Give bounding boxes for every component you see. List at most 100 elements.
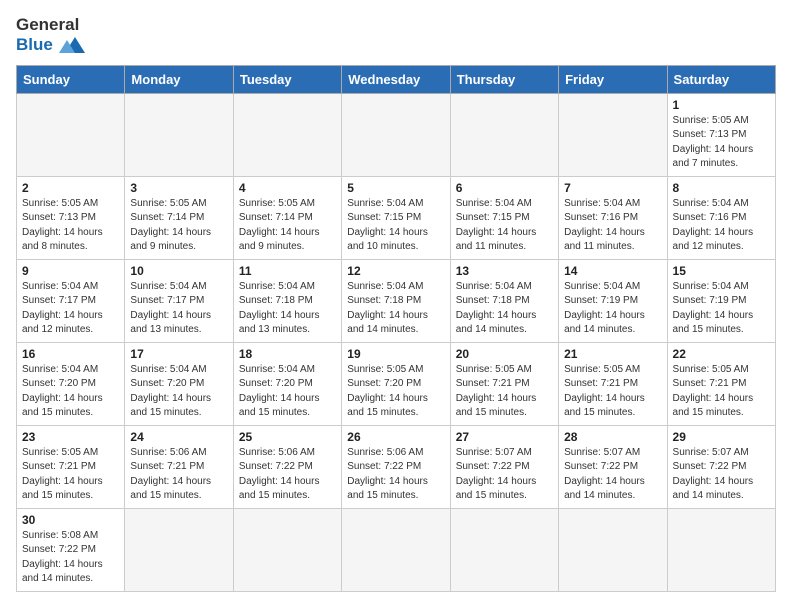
weekday-header-tuesday: Tuesday <box>233 65 341 93</box>
calendar-week-3: 9 Sunrise: 5:04 AM Sunset: 7:17 PM Daylig… <box>17 259 776 342</box>
day-number: 17 <box>130 347 227 361</box>
logo: General Blue <box>16 16 85 55</box>
day-number: 18 <box>239 347 336 361</box>
day-number: 15 <box>673 264 770 278</box>
day-info: Sunrise: 5:04 AM Sunset: 7:16 PM Dayligh… <box>564 197 661 255</box>
day-info: Sunrise: 5:05 AM Sunset: 7:21 PM Dayligh… <box>456 363 553 421</box>
calendar-cell: 22Sunrise: 5:05 AM Sunset: 7:21 PM Dayli… <box>667 342 775 425</box>
day-info: Sunrise: 5:04 AM Sunset: 7:17 PM Dayligh… <box>22 280 119 338</box>
calendar-cell: 11Sunrise: 5:04 AM Sunset: 7:18 PM Dayli… <box>233 259 341 342</box>
calendar-cell: 30 Sunrise: 5:08 AM Sunset: 7:22 PM Dayli… <box>17 508 125 591</box>
day-info: Sunrise: 5:04 AM Sunset: 7:18 PM Dayligh… <box>456 280 553 338</box>
weekday-header-monday: Monday <box>125 65 233 93</box>
calendar-cell: 20 Sunrise: 5:05 AM Sunset: 7:21 PM Dayli… <box>450 342 558 425</box>
weekday-header-sunday: Sunday <box>17 65 125 93</box>
weekday-header-friday: Friday <box>559 65 667 93</box>
day-number: 23 <box>22 430 119 444</box>
day-number: 11 <box>239 264 336 278</box>
day-info: Sunrise: 5:04 AM Sunset: 7:19 PM Dayligh… <box>673 280 770 338</box>
header: General Blue <box>16 16 776 55</box>
day-number: 30 <box>22 513 119 527</box>
day-number: 12 <box>347 264 444 278</box>
calendar-cell: 2 Sunrise: 5:05 AM Sunset: 7:13 PM Daylig… <box>17 176 125 259</box>
day-info: Sunrise: 5:07 AM Sunset: 7:22 PM Dayligh… <box>456 446 553 504</box>
day-info: Sunrise: 5:04 AM Sunset: 7:15 PM Dayligh… <box>456 197 553 255</box>
calendar-cell <box>17 93 125 176</box>
day-number: 27 <box>456 430 553 444</box>
day-info: Sunrise: 5:04 AM Sunset: 7:16 PM Dayligh… <box>673 197 770 255</box>
day-number: 3 <box>130 181 227 195</box>
calendar-cell <box>450 508 558 591</box>
day-info: Sunrise: 5:04 AM Sunset: 7:20 PM Dayligh… <box>130 363 227 421</box>
day-number: 29 <box>673 430 770 444</box>
day-info: Sunrise: 5:05 AM Sunset: 7:14 PM Dayligh… <box>239 197 336 255</box>
day-number: 25 <box>239 430 336 444</box>
day-number: 2 <box>22 181 119 195</box>
weekday-header-wednesday: Wednesday <box>342 65 450 93</box>
day-info: Sunrise: 5:08 AM Sunset: 7:22 PM Dayligh… <box>22 529 119 587</box>
calendar-cell: 25Sunrise: 5:06 AM Sunset: 7:22 PM Dayli… <box>233 425 341 508</box>
day-number: 5 <box>347 181 444 195</box>
day-number: 7 <box>564 181 661 195</box>
calendar-cell <box>667 508 775 591</box>
calendar-week-1: 1 Sunrise: 5:05 AM Sunset: 7:13 PM Daylig… <box>17 93 776 176</box>
day-number: 6 <box>456 181 553 195</box>
day-info: Sunrise: 5:04 AM Sunset: 7:20 PM Dayligh… <box>22 363 119 421</box>
day-number: 24 <box>130 430 227 444</box>
day-number: 9 <box>22 264 119 278</box>
calendar-cell <box>125 93 233 176</box>
weekday-header-row: SundayMondayTuesdayWednesdayThursdayFrid… <box>17 65 776 93</box>
logo-blue: Blue <box>16 35 53 55</box>
calendar-cell <box>342 508 450 591</box>
calendar-cell: 23 Sunrise: 5:05 AM Sunset: 7:21 PM Dayli… <box>17 425 125 508</box>
calendar-cell: 10Sunrise: 5:04 AM Sunset: 7:17 PM Dayli… <box>125 259 233 342</box>
calendar-cell: 14Sunrise: 5:04 AM Sunset: 7:19 PM Dayli… <box>559 259 667 342</box>
day-number: 1 <box>673 98 770 112</box>
day-number: 14 <box>564 264 661 278</box>
calendar-cell <box>125 508 233 591</box>
day-number: 26 <box>347 430 444 444</box>
day-number: 16 <box>22 347 119 361</box>
day-info: Sunrise: 5:06 AM Sunset: 7:22 PM Dayligh… <box>347 446 444 504</box>
logo-text: General Blue <box>16 16 85 55</box>
calendar-table: SundayMondayTuesdayWednesdayThursdayFrid… <box>16 65 776 592</box>
day-info: Sunrise: 5:05 AM Sunset: 7:13 PM Dayligh… <box>22 197 119 255</box>
weekday-header-thursday: Thursday <box>450 65 558 93</box>
calendar-cell: 26 Sunrise: 5:06 AM Sunset: 7:22 PM Dayli… <box>342 425 450 508</box>
calendar-cell <box>342 93 450 176</box>
day-number: 28 <box>564 430 661 444</box>
logo-general: General <box>16 15 79 34</box>
day-number: 8 <box>673 181 770 195</box>
calendar-cell: 29 Sunrise: 5:07 AM Sunset: 7:22 PM Dayli… <box>667 425 775 508</box>
day-info: Sunrise: 5:05 AM Sunset: 7:20 PM Dayligh… <box>347 363 444 421</box>
calendar-cell: 8 Sunrise: 5:04 AM Sunset: 7:16 PM Daylig… <box>667 176 775 259</box>
calendar-cell: 28 Sunrise: 5:07 AM Sunset: 7:22 PM Dayli… <box>559 425 667 508</box>
day-info: Sunrise: 5:04 AM Sunset: 7:20 PM Dayligh… <box>239 363 336 421</box>
calendar-cell <box>233 93 341 176</box>
day-info: Sunrise: 5:07 AM Sunset: 7:22 PM Dayligh… <box>673 446 770 504</box>
day-info: Sunrise: 5:05 AM Sunset: 7:21 PM Dayligh… <box>22 446 119 504</box>
day-info: Sunrise: 5:05 AM Sunset: 7:21 PM Dayligh… <box>564 363 661 421</box>
calendar-cell <box>559 93 667 176</box>
page: General Blue SundayMondayTuesdayWednesda… <box>0 0 792 608</box>
day-info: Sunrise: 5:05 AM Sunset: 7:21 PM Dayligh… <box>673 363 770 421</box>
calendar-cell: 19 Sunrise: 5:05 AM Sunset: 7:20 PM Dayli… <box>342 342 450 425</box>
day-number: 20 <box>456 347 553 361</box>
calendar-cell: 13Sunrise: 5:04 AM Sunset: 7:18 PM Dayli… <box>450 259 558 342</box>
day-info: Sunrise: 5:04 AM Sunset: 7:15 PM Dayligh… <box>347 197 444 255</box>
calendar-cell <box>559 508 667 591</box>
day-info: Sunrise: 5:04 AM Sunset: 7:17 PM Dayligh… <box>130 280 227 338</box>
calendar-cell: 1 Sunrise: 5:05 AM Sunset: 7:13 PM Daylig… <box>667 93 775 176</box>
calendar-cell <box>233 508 341 591</box>
calendar-cell: 21Sunrise: 5:05 AM Sunset: 7:21 PM Dayli… <box>559 342 667 425</box>
calendar-week-5: 23 Sunrise: 5:05 AM Sunset: 7:21 PM Dayli… <box>17 425 776 508</box>
day-info: Sunrise: 5:05 AM Sunset: 7:13 PM Dayligh… <box>673 114 770 172</box>
day-info: Sunrise: 5:07 AM Sunset: 7:22 PM Dayligh… <box>564 446 661 504</box>
calendar-cell: 6 Sunrise: 5:04 AM Sunset: 7:15 PM Daylig… <box>450 176 558 259</box>
calendar-cell: 5 Sunrise: 5:04 AM Sunset: 7:15 PM Daylig… <box>342 176 450 259</box>
calendar-week-2: 2 Sunrise: 5:05 AM Sunset: 7:13 PM Daylig… <box>17 176 776 259</box>
calendar-week-4: 16 Sunrise: 5:04 AM Sunset: 7:20 PM Dayli… <box>17 342 776 425</box>
calendar-cell <box>450 93 558 176</box>
day-number: 19 <box>347 347 444 361</box>
calendar-cell: 18 Sunrise: 5:04 AM Sunset: 7:20 PM Dayli… <box>233 342 341 425</box>
